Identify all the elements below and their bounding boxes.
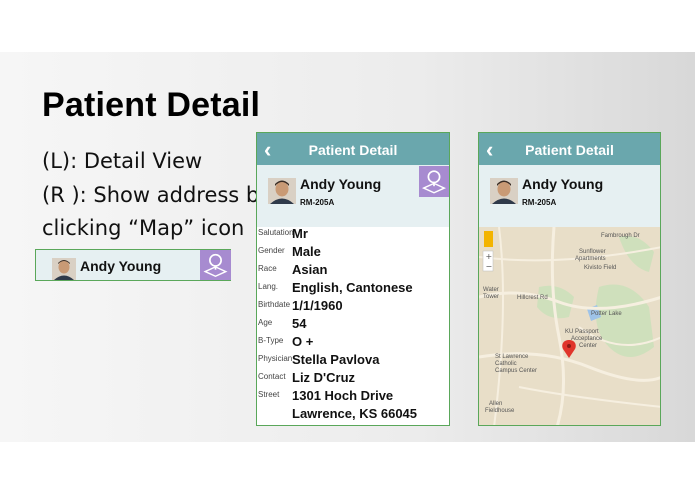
slide: Patient Detail (L): Detail View (R ): Sh… <box>0 52 695 442</box>
map-label: Fieldhouse <box>485 408 515 414</box>
field-label: Age <box>258 318 273 327</box>
field-label: Salutation <box>258 228 294 237</box>
patient-card: Andy Young RM-205A <box>479 165 660 227</box>
desc-line-2: (R ): Show address by <box>42 183 272 207</box>
map-view[interactable]: + − Fambrough Dr Sunflower Apartments Ki… <box>479 227 660 425</box>
field-value: Liz D'Cruz <box>292 370 356 385</box>
map-label: Allen <box>489 401 503 407</box>
desc-line-1: (L): Detail View <box>42 149 203 173</box>
field-label: Lang. <box>258 282 279 291</box>
field-physician: Physician Stella Pavlova <box>257 352 449 370</box>
map-view-screen: ‹ Patient Detail Andy Young RM-205A + − … <box>478 132 661 426</box>
avatar <box>52 258 76 280</box>
avatar <box>490 178 518 204</box>
map-label: Fambrough Dr <box>601 233 640 239</box>
map-label: Water <box>483 287 499 293</box>
header-title: Patient Detail <box>308 142 398 158</box>
patient-card-sample: Andy Young <box>35 249 231 281</box>
patient-name: Andy Young <box>522 176 604 192</box>
header-title: Patient Detail <box>525 142 614 158</box>
map-button[interactable] <box>419 166 449 197</box>
field-value: English, Cantonese <box>292 280 413 295</box>
field-blood-type: B-Type O + <box>257 334 449 352</box>
field-value: Stella Pavlova <box>292 352 380 367</box>
map-label: Kivisto Field <box>584 265 617 271</box>
field-salutation: Salutation Mr <box>257 226 449 244</box>
field-value: Mr <box>292 226 308 241</box>
field-value: Male <box>292 244 321 259</box>
field-value: Lawrence, KS 66045 <box>292 406 418 421</box>
field-value: 1301 Hoch Drive <box>292 388 394 403</box>
map-label: St Lawrence <box>495 354 529 360</box>
field-label: Contact <box>258 372 286 381</box>
field-language: Lang. English, Cantonese <box>257 280 449 298</box>
field-label: Race <box>258 264 277 273</box>
header-bar: ‹ Patient Detail <box>479 133 660 165</box>
patient-name: Andy Young <box>80 258 162 274</box>
map-label: Acceptance <box>571 336 603 342</box>
room-number: RM-205A <box>522 198 557 207</box>
field-label: Birthdate <box>258 300 291 309</box>
field-value: 1/1/1960 <box>292 298 343 313</box>
map-label: Potter Lake <box>591 311 622 317</box>
field-age: Age 54 <box>257 316 449 334</box>
slide-title: Patient Detail <box>42 86 261 124</box>
map-canvas: + − <box>479 227 660 425</box>
map-label: Hillcrest Rd <box>517 295 548 301</box>
field-street: Street 1301 Hoch Drive <box>257 388 449 406</box>
map-label: Catholic <box>495 361 517 367</box>
desc-line-3: clicking “Map” icon <box>42 216 245 240</box>
map-label: Sunflower <box>579 249 606 255</box>
field-label: Gender <box>258 246 285 255</box>
avatar <box>268 178 296 204</box>
room-number: RM-205A <box>300 198 335 207</box>
field-birthdate: Birthdate 1/1/1960 <box>257 298 449 316</box>
zoom-in-icon[interactable]: + <box>486 252 493 261</box>
map-label: Center <box>579 343 598 349</box>
street-view-icon[interactable] <box>484 231 493 247</box>
field-city: Lawrence, KS 66045 <box>257 406 449 424</box>
map-label: Campus Center <box>495 368 538 374</box>
field-value: O + <box>292 334 314 349</box>
field-label: B-Type <box>258 336 284 345</box>
map-label: KU Passport <box>565 329 599 335</box>
detail-view-screen: ‹ Patient Detail Andy Young RM-205A Salu… <box>256 132 450 426</box>
zoom-out-icon[interactable]: − <box>486 262 493 271</box>
map-label: Apartments <box>575 256 606 262</box>
header-bar: ‹ Patient Detail <box>257 133 449 165</box>
map-label: Tower <box>483 294 500 300</box>
field-label: Street <box>258 390 280 399</box>
patient-card: Andy Young RM-205A <box>257 165 449 227</box>
patient-name: Andy Young <box>300 176 382 192</box>
field-label: Physician <box>258 354 293 363</box>
field-contact: Contact Liz D'Cruz <box>257 370 449 388</box>
field-race: Race Asian <box>257 262 449 280</box>
map-button[interactable] <box>200 250 231 280</box>
field-value: Asian <box>292 262 328 277</box>
field-value: 54 <box>292 316 307 331</box>
map-pin-icon <box>421 170 447 194</box>
map-pin-icon <box>203 253 228 278</box>
field-gender: Gender Male <box>257 244 449 262</box>
